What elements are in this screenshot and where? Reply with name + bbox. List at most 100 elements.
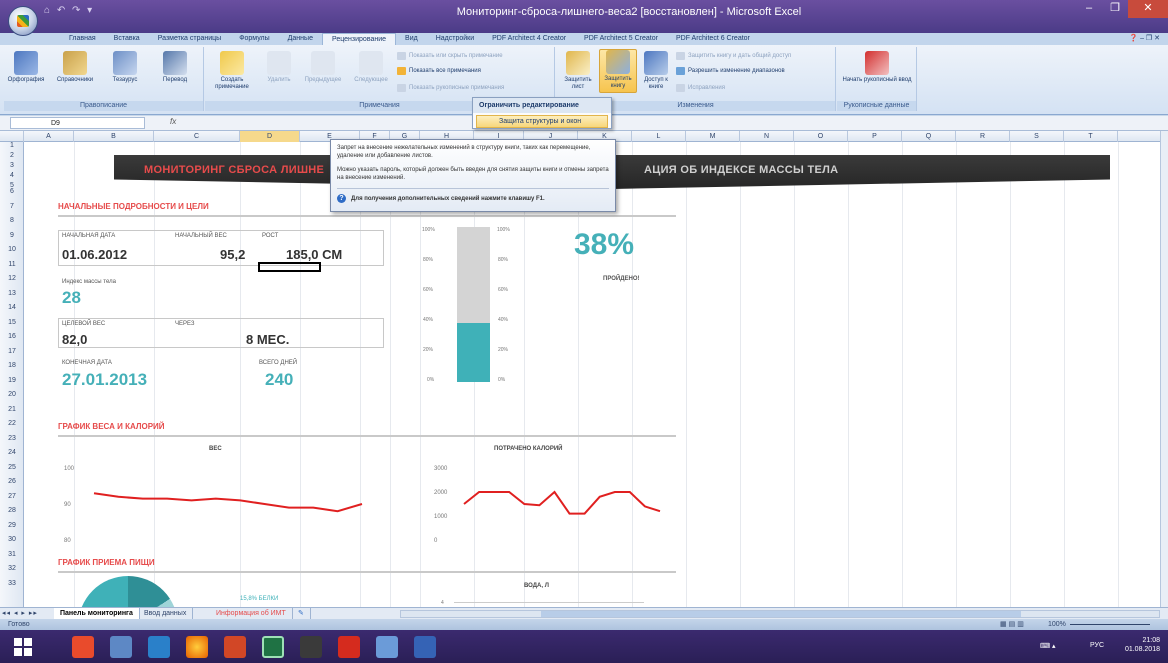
row-header-32[interactable]: 32 — [0, 565, 24, 572]
fx-icon[interactable]: fx — [170, 117, 176, 126]
row-header-29[interactable]: 29 — [0, 522, 24, 529]
column-header-t[interactable]: T — [1064, 131, 1118, 142]
office-button[interactable] — [8, 6, 38, 36]
column-header-q[interactable]: Q — [902, 131, 956, 142]
prev-comment-button[interactable]: Предыдущее — [299, 51, 347, 84]
protect-structure-item[interactable]: Защита структуры и окон — [476, 115, 608, 128]
research-button[interactable]: Справочники — [52, 51, 98, 84]
share-workbook-button[interactable]: Доступ к книге — [640, 51, 672, 91]
row-header-27[interactable]: 27 — [0, 493, 24, 500]
tab-insert[interactable]: Вставка — [105, 33, 149, 45]
tab-pdf5[interactable]: PDF Architect 5 Creator — [575, 33, 667, 45]
row-header-4[interactable]: 4 — [0, 172, 24, 179]
keyboard-icon[interactable]: ⌨ ▴ — [1040, 642, 1056, 650]
row-header-9[interactable]: 9 — [0, 232, 24, 239]
column-header-n[interactable]: N — [740, 131, 794, 142]
column-header-m[interactable]: M — [686, 131, 740, 142]
show-hide-comment[interactable]: Показать или скрыть примечание — [397, 52, 503, 60]
app-icon[interactable] — [110, 636, 132, 658]
thesaurus-button[interactable]: Тезаурус — [104, 51, 146, 84]
row-header-33[interactable]: 33 — [0, 580, 24, 587]
row-header-23[interactable]: 23 — [0, 435, 24, 442]
row-header-20[interactable]: 20 — [0, 391, 24, 398]
tab-view[interactable]: Вид — [396, 33, 427, 45]
row-header-25[interactable]: 25 — [0, 464, 24, 471]
acrobat-icon[interactable] — [338, 636, 360, 658]
help-icon[interactable]: ❓ – ❐ ✕ — [1129, 34, 1160, 42]
row-header-3[interactable]: 3 — [0, 162, 24, 169]
protect-sheet-button[interactable]: Защитить лист — [558, 51, 598, 91]
explorer-icon[interactable] — [148, 636, 170, 658]
translate-button[interactable]: Перевод — [152, 51, 198, 84]
row-header-30[interactable]: 30 — [0, 536, 24, 543]
restore-icon[interactable]: ❐ — [1102, 0, 1128, 18]
firefox-icon[interactable] — [186, 636, 208, 658]
show-all-comments[interactable]: Показать все примечания — [397, 67, 481, 75]
sheet-tab-input[interactable]: Ввод данных — [138, 608, 194, 619]
row-header-12[interactable]: 12 — [0, 275, 24, 282]
column-header-s[interactable]: S — [1010, 131, 1064, 142]
name-box[interactable]: D9 — [10, 117, 145, 129]
row-header-6[interactable]: 6 — [0, 188, 24, 195]
excel-icon[interactable] — [262, 636, 284, 658]
row-header-17[interactable]: 17 — [0, 348, 24, 355]
column-header-d[interactable]: D — [240, 131, 300, 142]
clock[interactable]: 21:08 01.08.2018 — [1125, 636, 1160, 654]
powerpoint-icon[interactable] — [224, 636, 246, 658]
column-header-o[interactable]: O — [794, 131, 848, 142]
protect-share[interactable]: Защитить книгу и дать общий доступ — [676, 52, 791, 60]
column-header-c[interactable]: C — [154, 131, 240, 142]
row-header-24[interactable]: 24 — [0, 449, 24, 456]
minimize-icon[interactable]: – — [1076, 0, 1102, 18]
sheet-tab-dashboard[interactable]: Панель мониторинга — [54, 608, 140, 619]
tab-data[interactable]: Данные — [279, 33, 322, 45]
tab-pdf6[interactable]: PDF Architect 6 Creator — [667, 33, 759, 45]
language-indicator[interactable]: РУС — [1090, 642, 1104, 649]
row-header-15[interactable]: 15 — [0, 319, 24, 326]
sheet-tab-bmi[interactable]: Информация об ИМТ — [210, 608, 293, 619]
windows-start-icon[interactable] — [14, 638, 32, 656]
new-comment-button[interactable]: Создать примечание — [209, 51, 255, 91]
sheet-nav-icon[interactable]: ◂◂ ◂ ▸ ▸▸ — [2, 608, 38, 619]
row-header-21[interactable]: 21 — [0, 406, 24, 413]
zoom-slider[interactable] — [1070, 624, 1150, 625]
allow-ranges[interactable]: Разрешить изменение диапазонов — [676, 67, 785, 75]
row-header-2[interactable]: 2 — [0, 152, 24, 159]
app-icon[interactable] — [300, 636, 322, 658]
row-header-14[interactable]: 14 — [0, 304, 24, 311]
horizontal-scrollbar[interactable] — [400, 610, 1160, 618]
row-header-8[interactable]: 8 — [0, 217, 24, 224]
protect-workbook-button[interactable]: Защитить книгу — [599, 49, 637, 93]
column-header-b[interactable]: B — [74, 131, 154, 142]
spelling-button[interactable]: Орфография — [6, 51, 46, 84]
next-comment-button[interactable]: Следующее — [347, 51, 395, 84]
show-ink[interactable]: Показать рукописные примечания — [397, 84, 504, 92]
tab-review[interactable]: Рецензирование — [321, 33, 397, 45]
row-header-7[interactable]: 7 — [0, 203, 24, 210]
tab-page-layout[interactable]: Разметка страницы — [149, 33, 231, 45]
view-buttons-icon[interactable]: ▦▤▥ — [1000, 619, 1026, 630]
delete-comment-button[interactable]: Удалить — [259, 51, 299, 84]
save-icon[interactable] — [414, 636, 436, 658]
row-header-31[interactable]: 31 — [0, 551, 24, 558]
select-all-corner[interactable] — [0, 131, 24, 142]
column-header-r[interactable]: R — [956, 131, 1010, 142]
tab-formulas[interactable]: Формулы — [230, 33, 278, 45]
vertical-scrollbar[interactable] — [1160, 131, 1168, 607]
row-header-11[interactable]: 11 — [0, 261, 24, 268]
tab-home[interactable]: Главная — [60, 33, 105, 45]
row-header-10[interactable]: 10 — [0, 246, 24, 253]
row-header-18[interactable]: 18 — [0, 362, 24, 369]
column-header-a[interactable]: A — [24, 131, 74, 142]
app-icon[interactable] — [72, 636, 94, 658]
row-header-26[interactable]: 26 — [0, 478, 24, 485]
row-header-19[interactable]: 19 — [0, 377, 24, 384]
close-icon[interactable]: ✕ — [1128, 0, 1168, 18]
row-header-13[interactable]: 13 — [0, 290, 24, 297]
app-icon[interactable] — [376, 636, 398, 658]
row-header-22[interactable]: 22 — [0, 420, 24, 427]
column-header-p[interactable]: P — [848, 131, 902, 142]
track-changes[interactable]: Исправления — [676, 84, 725, 92]
start-inking-button[interactable]: Начать рукописный ввод — [841, 51, 913, 84]
row-header-1[interactable]: 1 — [0, 142, 24, 149]
